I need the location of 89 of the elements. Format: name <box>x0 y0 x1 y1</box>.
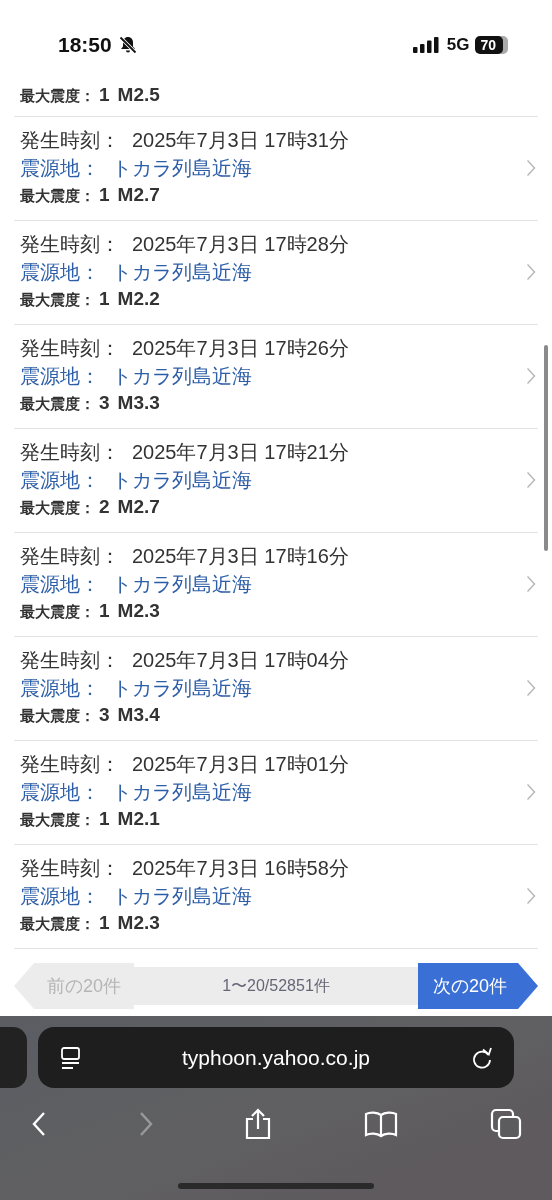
time-label: 発生時刻： <box>20 440 120 465</box>
intensity-value: 2 <box>99 495 110 519</box>
time-label: 発生時刻： <box>20 128 120 153</box>
quake-list-item[interactable]: 発生時刻： 2025年7月3日 17時26分 震源地： トカラ列島近海 最大震度： 3 M3.3 <box>14 325 538 429</box>
chevron-icon <box>526 886 536 905</box>
time-label: 発生時刻： <box>20 648 120 673</box>
quake-list-item[interactable]: 発生時刻： 2025年7月3日 17時04分 震源地： トカラ列島近海 最大震度： 3 M3.4 <box>14 637 538 741</box>
intensity-value: 1 <box>99 807 110 831</box>
time-label: 発生時刻： <box>20 856 120 881</box>
chevron-icon <box>526 366 536 385</box>
quake-list-item[interactable]: 発生時刻： 2025年7月3日 17時28分 震源地： トカラ列島近海 最大震度： 1 M2.2 <box>14 221 538 325</box>
tab-preview[interactable] <box>0 1027 27 1088</box>
epicenter-label: 震源地： <box>20 468 100 493</box>
epicenter-label: 震源地： <box>20 572 100 597</box>
intensity-value: 1 <box>99 83 110 107</box>
epicenter-label: 震源地： <box>20 676 100 701</box>
epicenter-label: 震源地： <box>20 260 100 285</box>
intensity-label: 最大震度： <box>20 290 95 310</box>
intensity-label: 最大震度： <box>20 394 95 414</box>
intensity-value: 1 <box>99 183 110 207</box>
intensity-value: 3 <box>99 703 110 727</box>
epicenter-label: 震源地： <box>20 780 100 805</box>
tabs-icon[interactable] <box>490 1108 522 1140</box>
epicenter-label: 震源地： <box>20 364 100 389</box>
epicenter-value: トカラ列島近海 <box>112 884 252 909</box>
intensity-label: 最大震度： <box>20 86 95 106</box>
time-label: 発生時刻： <box>20 232 120 257</box>
epicenter-label: 震源地： <box>20 884 100 909</box>
time-label: 発生時刻： <box>20 336 120 361</box>
magnitude-value: M2.7 <box>117 183 160 207</box>
time-value: 2025年7月3日 17時21分 <box>132 440 349 465</box>
intensity-label: 最大震度： <box>20 810 95 830</box>
time-value: 2025年7月3日 17時01分 <box>132 752 349 777</box>
chevron-icon <box>526 678 536 697</box>
time-label: 発生時刻： <box>20 752 120 777</box>
intensity-value: 1 <box>99 287 110 311</box>
intensity-label: 最大震度： <box>20 186 95 206</box>
reload-icon <box>470 1045 494 1070</box>
time-value: 2025年7月3日 16時58分 <box>132 856 349 881</box>
chevron-icon <box>526 782 536 801</box>
time-value: 2025年7月3日 17時28分 <box>132 232 349 257</box>
epicenter-label: 震源地： <box>20 156 100 181</box>
epicenter-value: トカラ列島近海 <box>112 260 252 285</box>
magnitude-value: M2.3 <box>117 911 160 935</box>
intensity-value: 1 <box>99 911 110 935</box>
magnitude-value: M3.4 <box>117 703 160 727</box>
intensity-label: 最大震度： <box>20 602 95 622</box>
magnitude-value: M2.5 <box>117 83 160 107</box>
intensity-label: 最大震度： <box>20 498 95 518</box>
address-bar[interactable]: typhoon.yahoo.co.jp <box>38 1027 514 1088</box>
next-page-button[interactable]: 次の20件 <box>418 963 538 1009</box>
quake-list-item[interactable]: 発生時刻： 2025年7月3日 17時01分 震源地： トカラ列島近海 最大震度： 1 M2.1 <box>14 741 538 845</box>
share-icon[interactable] <box>245 1108 271 1140</box>
quake-list-item[interactable]: 発生時刻： 2025年7月3日 17時31分 震源地： トカラ列島近海 最大震度： 1 M2.7 <box>14 117 538 221</box>
chevron-icon <box>526 158 536 177</box>
intensity-value: 3 <box>99 391 110 415</box>
epicenter-value: トカラ列島近海 <box>112 156 252 181</box>
page-count: 1〜20/52851件 <box>134 967 418 1005</box>
chevron-icon <box>526 470 536 489</box>
time-value: 2025年7月3日 17時04分 <box>132 648 349 673</box>
intensity-value: 1 <box>99 599 110 623</box>
network-label: 5G <box>446 35 470 55</box>
epicenter-value: トカラ列島近海 <box>112 572 252 597</box>
magnitude-value: M2.3 <box>117 599 160 623</box>
quake-list-item[interactable]: 発生時刻： 2025年7月3日 16時58分 震源地： トカラ列島近海 最大震度： 1 M2.3 <box>14 845 538 949</box>
intensity-label: 最大震度： <box>20 706 95 726</box>
time-label: 発生時刻： <box>20 544 120 569</box>
epicenter-value: トカラ列島近海 <box>112 364 252 389</box>
back-icon[interactable] <box>32 1111 46 1137</box>
time-value: 2025年7月3日 17時16分 <box>132 544 349 569</box>
epicenter-value: トカラ列島近海 <box>112 676 252 701</box>
magnitude-value: M2.7 <box>117 495 160 519</box>
magnitude-value: M2.2 <box>117 287 160 311</box>
epicenter-value: トカラ列島近海 <box>112 780 252 805</box>
status-time: 18:50 <box>58 33 112 57</box>
time-value: 2025年7月3日 17時31分 <box>132 128 349 153</box>
magnitude-value: M2.1 <box>117 807 160 831</box>
quake-list-item[interactable]: 発生時刻： 2025年7月3日 17時16分 震源地： トカラ列島近海 最大震度： 1 M2.3 <box>14 533 538 637</box>
epicenter-value: トカラ列島近海 <box>112 468 252 493</box>
book-icon[interactable] <box>363 1110 398 1138</box>
url-text: typhoon.yahoo.co.jp <box>182 1045 370 1070</box>
quake-list-item[interactable]: 発生時刻： 2025年7月3日 17時21分 震源地： トカラ列島近海 最大震度： 2 M2.7 <box>14 429 538 533</box>
chevron-icon <box>526 574 536 593</box>
signal-icon <box>412 37 439 53</box>
time-value: 2025年7月3日 17時26分 <box>132 336 349 361</box>
intensity-label: 最大震度： <box>20 914 95 934</box>
chevron-icon <box>526 262 536 281</box>
reader-icon <box>60 1045 82 1070</box>
magnitude-value: M3.3 <box>117 391 160 415</box>
